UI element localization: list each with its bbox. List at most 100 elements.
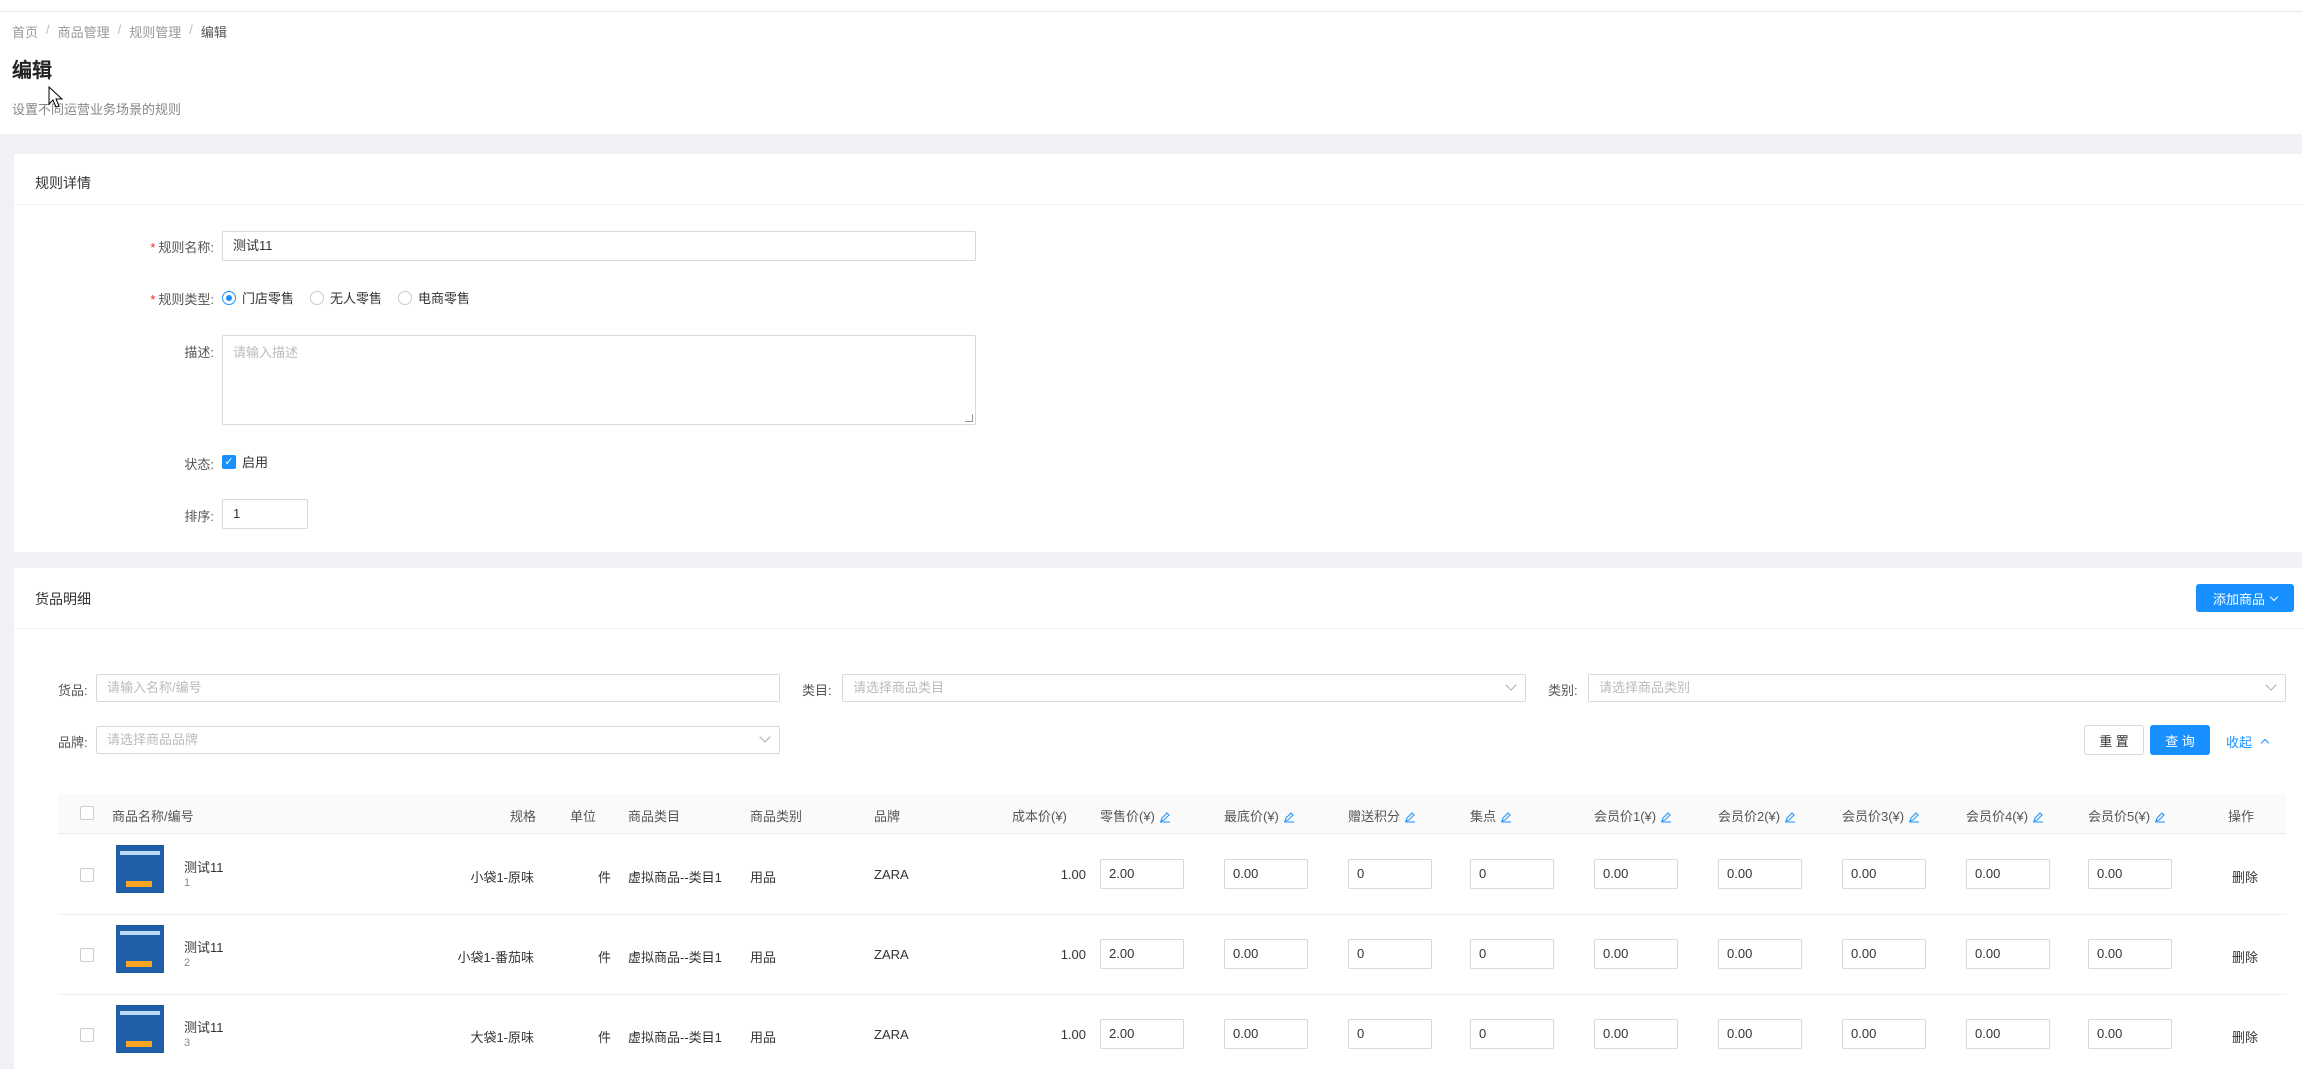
col-min-price: 最底价(¥) bbox=[1224, 806, 1295, 825]
m1-input[interactable]: 0.00 bbox=[1594, 1019, 1678, 1049]
product-thumbnail bbox=[116, 1005, 164, 1053]
col-unit: 单位 bbox=[570, 809, 597, 824]
product-name: 测试11 bbox=[184, 1020, 224, 1035]
m3-input[interactable]: 0.00 bbox=[1842, 939, 1926, 969]
stamps-input[interactable]: 0 bbox=[1470, 939, 1554, 969]
type-cell: 用品 bbox=[750, 870, 777, 885]
status-label: 状态: bbox=[184, 457, 214, 472]
m4-input[interactable]: 0.00 bbox=[1966, 859, 2050, 889]
retail-input[interactable]: 2.00 bbox=[1100, 859, 1184, 889]
delete-link[interactable]: 删除 bbox=[2232, 867, 2258, 886]
category-select[interactable]: 请选择商品类目 bbox=[842, 674, 1526, 702]
stamps-input[interactable]: 0 bbox=[1470, 1019, 1554, 1049]
col-member4: 会员价4(¥) bbox=[1966, 806, 2044, 825]
min-input[interactable]: 0.00 bbox=[1224, 1019, 1308, 1049]
col-brand: 品牌 bbox=[874, 809, 901, 824]
col-points: 赠送积分 bbox=[1348, 806, 1416, 825]
m1-input[interactable]: 0.00 bbox=[1594, 939, 1678, 969]
edit-icon[interactable] bbox=[2032, 811, 2044, 823]
m5-input[interactable]: 0.00 bbox=[2088, 859, 2172, 889]
goods-search-input[interactable]: 请输入名称/编号 bbox=[96, 674, 780, 702]
m2-input[interactable]: 0.00 bbox=[1718, 1019, 1802, 1049]
top-bar bbox=[0, 0, 2302, 12]
m4-input[interactable]: 0.00 bbox=[1966, 1019, 2050, 1049]
breadcrumb-current: 编辑 bbox=[200, 25, 227, 40]
edit-icon[interactable] bbox=[1500, 811, 1512, 823]
resize-handle-icon[interactable] bbox=[965, 414, 973, 422]
rule-detail-card: 规则详情 * 规则名称: 测试11 * 规则类型: 门店零售 无人零售 电商零售 描… bbox=[14, 154, 2302, 552]
product-name: 测试11 bbox=[184, 860, 224, 875]
divider bbox=[14, 628, 2302, 629]
stamps-input[interactable]: 0 bbox=[1470, 859, 1554, 889]
edit-icon[interactable] bbox=[1159, 811, 1171, 823]
category-cell: 虚拟商品--类目1 bbox=[628, 870, 722, 885]
radio-ecommerce-retail[interactable]: 电商零售 bbox=[398, 288, 470, 307]
table-row: 测试11 2 小袋1-番茄味 件 虚拟商品--类目1 用品 ZARA 1.00 2.00 0.00… bbox=[58, 915, 2286, 995]
goods-detail-title: 货品明细 bbox=[35, 591, 91, 607]
edit-icon[interactable] bbox=[1283, 811, 1295, 823]
query-button[interactable]: 查 询 bbox=[2150, 725, 2210, 755]
select-all-checkbox[interactable] bbox=[80, 806, 94, 820]
type-filter-label: 类别: bbox=[1548, 683, 1578, 698]
col-action: 操作 bbox=[2228, 809, 2255, 824]
delete-link[interactable]: 删除 bbox=[2232, 947, 2258, 966]
m3-input[interactable]: 0.00 bbox=[1842, 1019, 1926, 1049]
description-textarea[interactable]: 请输入描述 bbox=[222, 335, 976, 425]
edit-icon[interactable] bbox=[1908, 811, 1920, 823]
edit-icon[interactable] bbox=[1660, 811, 1672, 823]
m5-input[interactable]: 0.00 bbox=[2088, 939, 2172, 969]
row-checkbox[interactable] bbox=[80, 1028, 94, 1042]
col-retail: 零售价(¥) bbox=[1100, 806, 1171, 825]
m2-input[interactable]: 0.00 bbox=[1718, 939, 1802, 969]
spec-cell: 大袋1-原味 bbox=[470, 1030, 534, 1045]
m2-input[interactable]: 0.00 bbox=[1718, 859, 1802, 889]
retail-input[interactable]: 2.00 bbox=[1100, 1019, 1184, 1049]
m1-input[interactable]: 0.00 bbox=[1594, 859, 1678, 889]
chevron-down-icon bbox=[2265, 679, 2277, 691]
breadcrumb-home[interactable]: 首页 bbox=[12, 22, 38, 41]
edit-icon[interactable] bbox=[1404, 811, 1416, 823]
brand-filter-label: 品牌: bbox=[58, 735, 88, 750]
description-placeholder: 请输入描述 bbox=[233, 345, 299, 360]
col-member3: 会员价3(¥) bbox=[1842, 806, 1920, 825]
category-cell: 虚拟商品--类目1 bbox=[628, 950, 722, 965]
product-name: 测试11 bbox=[184, 940, 224, 955]
reset-button[interactable]: 重 置 bbox=[2084, 725, 2144, 755]
m5-input[interactable]: 0.00 bbox=[2088, 1019, 2172, 1049]
edit-icon[interactable] bbox=[1784, 811, 1796, 823]
brand-cell: ZARA bbox=[874, 867, 909, 882]
status-checkbox-label: 启用 bbox=[242, 455, 269, 470]
retail-input[interactable]: 2.00 bbox=[1100, 939, 1184, 969]
m3-input[interactable]: 0.00 bbox=[1842, 859, 1926, 889]
delete-link[interactable]: 删除 bbox=[2232, 1027, 2258, 1046]
points-input[interactable]: 0 bbox=[1348, 1019, 1432, 1049]
add-goods-button[interactable]: 添加商品 bbox=[2196, 584, 2294, 612]
goods-filter-label: 货品: bbox=[58, 683, 88, 698]
rule-type-radio-group: 门店零售 无人零售 电商零售 bbox=[222, 288, 470, 307]
breadcrumb-goods[interactable]: 商品管理 bbox=[58, 22, 110, 41]
col-spec: 规格 bbox=[510, 809, 537, 824]
row-checkbox[interactable] bbox=[80, 948, 94, 962]
collapse-link[interactable]: 收起 bbox=[2226, 732, 2269, 751]
page-description: 设置不同运营业务场景的规则 bbox=[12, 102, 182, 117]
brand-select[interactable]: 请选择商品品牌 bbox=[96, 726, 780, 754]
sort-input[interactable]: 1 bbox=[222, 499, 308, 529]
breadcrumb-rules[interactable]: 规则管理 bbox=[129, 22, 181, 41]
row-checkbox[interactable] bbox=[80, 868, 94, 882]
brand-cell: ZARA bbox=[874, 1027, 909, 1042]
type-select[interactable]: 请选择商品类别 bbox=[1588, 674, 2286, 702]
radio-checked-icon bbox=[222, 290, 236, 305]
radio-unmanned-retail[interactable]: 无人零售 bbox=[310, 288, 382, 307]
status-checkbox[interactable]: ✓ 启用 bbox=[222, 452, 268, 471]
m4-input[interactable]: 0.00 bbox=[1966, 939, 2050, 969]
points-input[interactable]: 0 bbox=[1348, 939, 1432, 969]
points-input[interactable]: 0 bbox=[1348, 859, 1432, 889]
radio-store-retail[interactable]: 门店零售 bbox=[222, 288, 294, 307]
page-header: 首页 / 商品管理 / 规则管理 / 编辑 编辑 设置不同运营业务场景的规则 bbox=[0, 12, 2302, 134]
edit-icon[interactable] bbox=[2154, 811, 2166, 823]
min-input[interactable]: 0.00 bbox=[1224, 939, 1308, 969]
type-cell: 用品 bbox=[750, 1030, 777, 1045]
min-input[interactable]: 0.00 bbox=[1224, 859, 1308, 889]
rule-name-input[interactable]: 测试11 bbox=[222, 231, 976, 261]
col-name: 商品名称/编号 bbox=[112, 809, 194, 824]
